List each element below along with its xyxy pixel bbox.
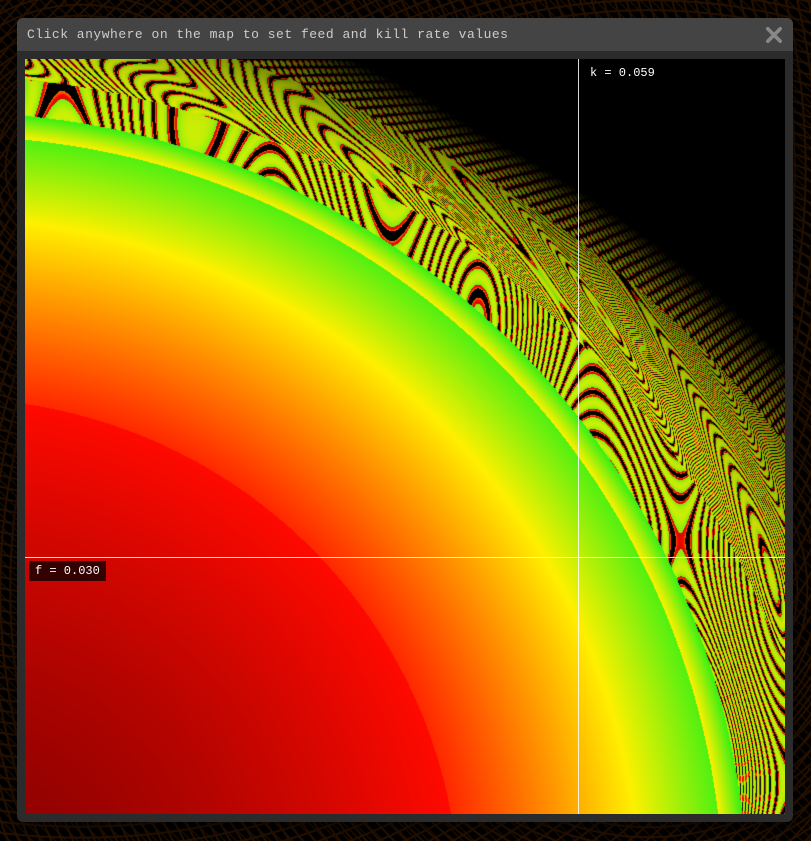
close-icon <box>765 26 783 44</box>
modal-header: Click anywhere on the map to set feed an… <box>17 18 793 51</box>
modal-title: Click anywhere on the map to set feed an… <box>27 27 763 42</box>
parameter-map[interactable]: k = 0.059 f = 0.030 <box>25 59 785 814</box>
modal-body: k = 0.059 f = 0.030 <box>17 51 793 822</box>
parameter-map-canvas <box>25 59 785 814</box>
close-button[interactable] <box>763 24 785 46</box>
parameter-map-modal: Click anywhere on the map to set feed an… <box>17 18 793 822</box>
